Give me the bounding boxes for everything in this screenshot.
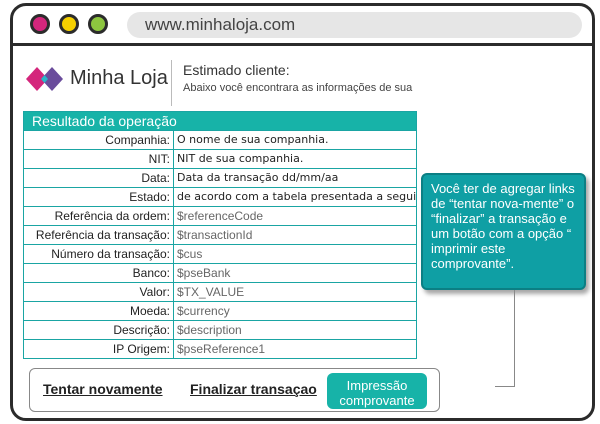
print-button-label-line1: Impressão (346, 377, 408, 393)
print-receipt-button[interactable]: Impressão comprovante (327, 373, 427, 409)
row-value: Data da transação dd/mm/aa (177, 171, 339, 184)
table-row: Companhia: O nome de sua companhia. (24, 130, 416, 149)
table-row: Valor: $TX_VALUE (24, 282, 416, 301)
print-button-label-line2: comprovante (339, 392, 415, 408)
table-row: IP Origem: $pseReference1 (24, 339, 416, 358)
maximize-window-icon[interactable] (88, 14, 108, 34)
row-value: $referenceCode (177, 209, 264, 223)
row-value: NIT de sua companhia. (177, 152, 304, 165)
result-table-title: Resultado da operação (24, 112, 416, 130)
row-value: $pseBank (177, 266, 231, 280)
row-label: Estado: (24, 188, 174, 206)
row-label: Número da transação: (24, 245, 174, 263)
row-value: $currency (177, 304, 230, 318)
row-label: Companhia: (24, 131, 174, 149)
table-row: Estado: de acordo com a tabela presentada… (24, 187, 416, 206)
retry-link[interactable]: Tentar novamente (43, 381, 163, 397)
row-label: Banco: (24, 264, 174, 282)
subtitle-text: Abaixo você encontrara as informações de… (183, 82, 413, 94)
row-label: NIT: (24, 150, 174, 168)
greeting-text: Estimado cliente: (183, 62, 290, 78)
table-row: Banco: $pseBank (24, 263, 416, 282)
row-value: $description (177, 323, 242, 337)
row-label: Moeda: (24, 302, 174, 320)
actions-bar: Tentar novamente Finalizar transaçao Imp… (29, 368, 440, 412)
logo-text: Minha Loja (70, 67, 168, 89)
header-divider (171, 60, 172, 106)
row-label: IP Origem: (24, 340, 174, 358)
table-row: Número da transação: $cus (24, 244, 416, 263)
row-label: Descrição: (24, 321, 174, 339)
row-label: Referência da transação: (24, 226, 174, 244)
callout-connector-line (495, 290, 515, 387)
address-bar[interactable]: www.minhaloja.com (127, 12, 582, 38)
browser-toolbar: www.minhaloja.com (13, 6, 592, 46)
row-label: Data: (24, 169, 174, 187)
minimize-window-icon[interactable] (59, 14, 79, 34)
row-value: O nome de sua companhia. (177, 133, 329, 146)
row-value: de acordo com a tabela presentada a segu… (177, 190, 416, 203)
close-window-icon[interactable] (30, 14, 50, 34)
table-row: Referência da ordem: $referenceCode (24, 206, 416, 225)
row-value: $pseReference1 (177, 342, 266, 356)
row-value: $cus (177, 247, 203, 261)
logo-diamonds-icon (26, 67, 63, 91)
table-row: NIT: NIT de sua companhia. (24, 149, 416, 168)
table-row: Descrição: $description (24, 320, 416, 339)
store-logo: Minha Loja (26, 66, 168, 92)
table-row: Moeda: $currency (24, 301, 416, 320)
row-label: Valor: (24, 283, 174, 301)
annotation-callout: Você ter de agregar links de “tentar nov… (421, 173, 586, 290)
row-label: Referência da ordem: (24, 207, 174, 225)
row-value: $TX_VALUE (177, 285, 245, 299)
result-table: Resultado da operação Companhia: O nome d… (23, 111, 417, 359)
row-value: $transactionId (177, 228, 253, 242)
table-row: Data: Data da transação dd/mm/aa (24, 168, 416, 187)
finish-transaction-link[interactable]: Finalizar transaçao (190, 381, 317, 397)
table-row: Referência da transação: $transactionId (24, 225, 416, 244)
